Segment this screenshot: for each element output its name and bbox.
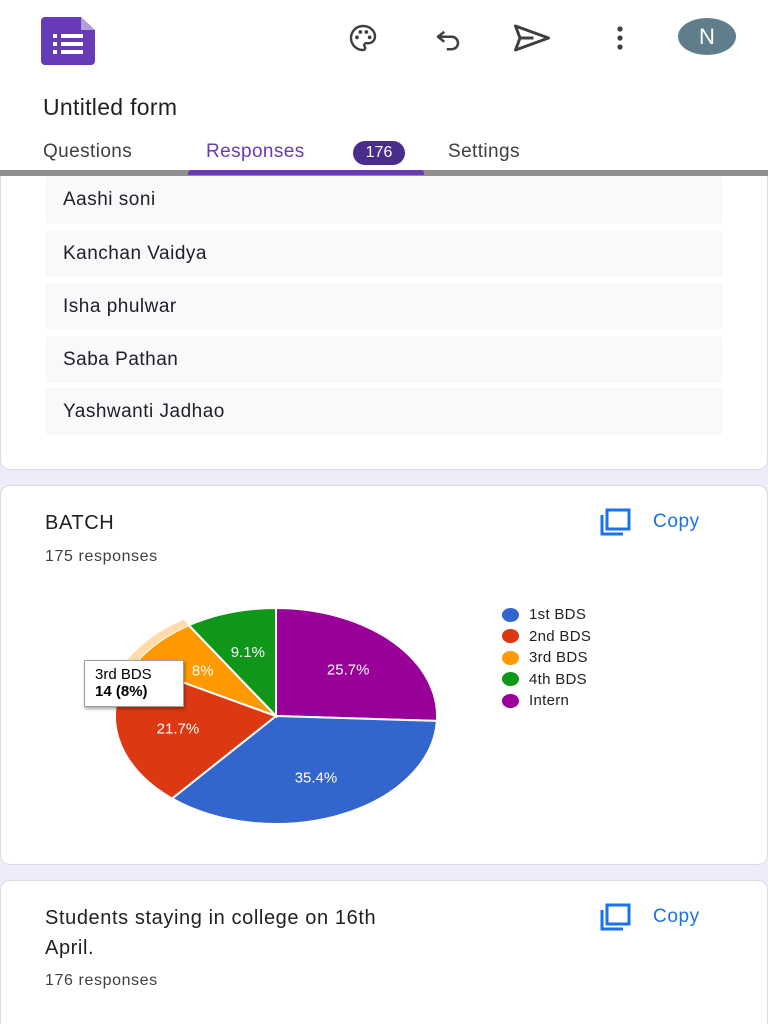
question-title-line: April. bbox=[45, 937, 95, 959]
list-item: Kanchan Vaidya bbox=[45, 230, 723, 277]
undo-icon[interactable] bbox=[428, 18, 468, 58]
form-title[interactable]: Untitled form bbox=[43, 94, 177, 121]
response-text: Saba Pathan bbox=[63, 348, 179, 370]
legend-swatch bbox=[502, 693, 519, 708]
response-text: Yashwanti Jadhao bbox=[63, 400, 225, 422]
app-bar: N Untitled form Questions Responses 176 … bbox=[0, 0, 768, 176]
legend-item[interactable]: Intern bbox=[502, 690, 591, 712]
pie-data-label: 9.1% bbox=[231, 644, 265, 661]
legend-swatch bbox=[502, 607, 519, 622]
question-title: Students staying in college on 16th Apri… bbox=[45, 903, 376, 963]
copy-label: Copy bbox=[653, 511, 700, 532]
legend-item[interactable]: 4th BDS bbox=[502, 669, 591, 691]
tab-questions[interactable]: Questions bbox=[43, 141, 132, 163]
forms-logo-icon[interactable] bbox=[41, 17, 95, 65]
tab-settings[interactable]: Settings bbox=[448, 141, 520, 163]
pie-data-label: 35.4% bbox=[295, 769, 338, 786]
batch-pie-chart: 25.7% 35.4% 21.7% 8% 9.1% bbox=[114, 606, 438, 825]
more-vert-icon[interactable] bbox=[600, 18, 640, 58]
response-text: Kanchan Vaidya bbox=[63, 242, 207, 264]
legend-item[interactable]: 2nd BDS bbox=[502, 626, 591, 648]
pie-data-label: 8% bbox=[192, 663, 214, 680]
legend-swatch bbox=[502, 650, 519, 665]
palette-icon[interactable] bbox=[343, 18, 383, 58]
copy-icon bbox=[600, 508, 631, 536]
legend-swatch bbox=[502, 629, 519, 644]
active-tab-indicator bbox=[188, 170, 424, 175]
tooltip-value: 14 (8%) bbox=[95, 683, 148, 700]
legend-label: 2nd BDS bbox=[529, 627, 592, 645]
legend-label: 1st BDS bbox=[529, 606, 587, 624]
legend-swatch bbox=[502, 672, 519, 687]
list-item: Saba Pathan bbox=[45, 336, 723, 383]
response-count: 175 responses bbox=[45, 548, 158, 565]
list-item: Isha phulwar bbox=[45, 283, 723, 330]
legend-label: 4th BDS bbox=[529, 670, 587, 688]
legend-item[interactable]: 3rd BDS bbox=[502, 647, 591, 669]
copy-chart-button[interactable]: Copy bbox=[599, 508, 700, 536]
response-text: Aashi soni bbox=[63, 189, 156, 210]
send-icon[interactable] bbox=[512, 18, 552, 58]
response-count: 176 responses bbox=[45, 972, 158, 989]
tooltip-label: 3rd BDS bbox=[95, 666, 152, 683]
pie-data-label: 25.7% bbox=[327, 662, 370, 679]
list-item: Yashwanti Jadhao bbox=[45, 388, 723, 435]
chart-legend: 1st BDS 2nd BDS 3rd BDS 4th BDS Intern bbox=[502, 604, 591, 712]
chart-tooltip: 3rd BDS 14 (8%) bbox=[84, 660, 184, 707]
legend-item[interactable]: 1st BDS bbox=[502, 604, 591, 626]
legend-label: 3rd BDS bbox=[529, 649, 588, 667]
response-text: Isha phulwar bbox=[63, 295, 177, 317]
copy-icon bbox=[600, 903, 631, 931]
question-title-line: Students staying in college on 16th bbox=[45, 907, 377, 929]
pie-data-label: 21.7% bbox=[157, 720, 200, 737]
responses-count-badge: 176 bbox=[353, 141, 405, 165]
account-avatar[interactable]: N bbox=[678, 18, 736, 55]
legend-label: Intern bbox=[529, 692, 570, 710]
copy-label: Copy bbox=[653, 906, 700, 927]
list-item: Aashi soni bbox=[45, 176, 723, 224]
question-title: BATCH bbox=[45, 512, 115, 534]
tab-responses[interactable]: Responses bbox=[206, 141, 305, 163]
copy-chart-button[interactable]: Copy bbox=[599, 903, 700, 931]
